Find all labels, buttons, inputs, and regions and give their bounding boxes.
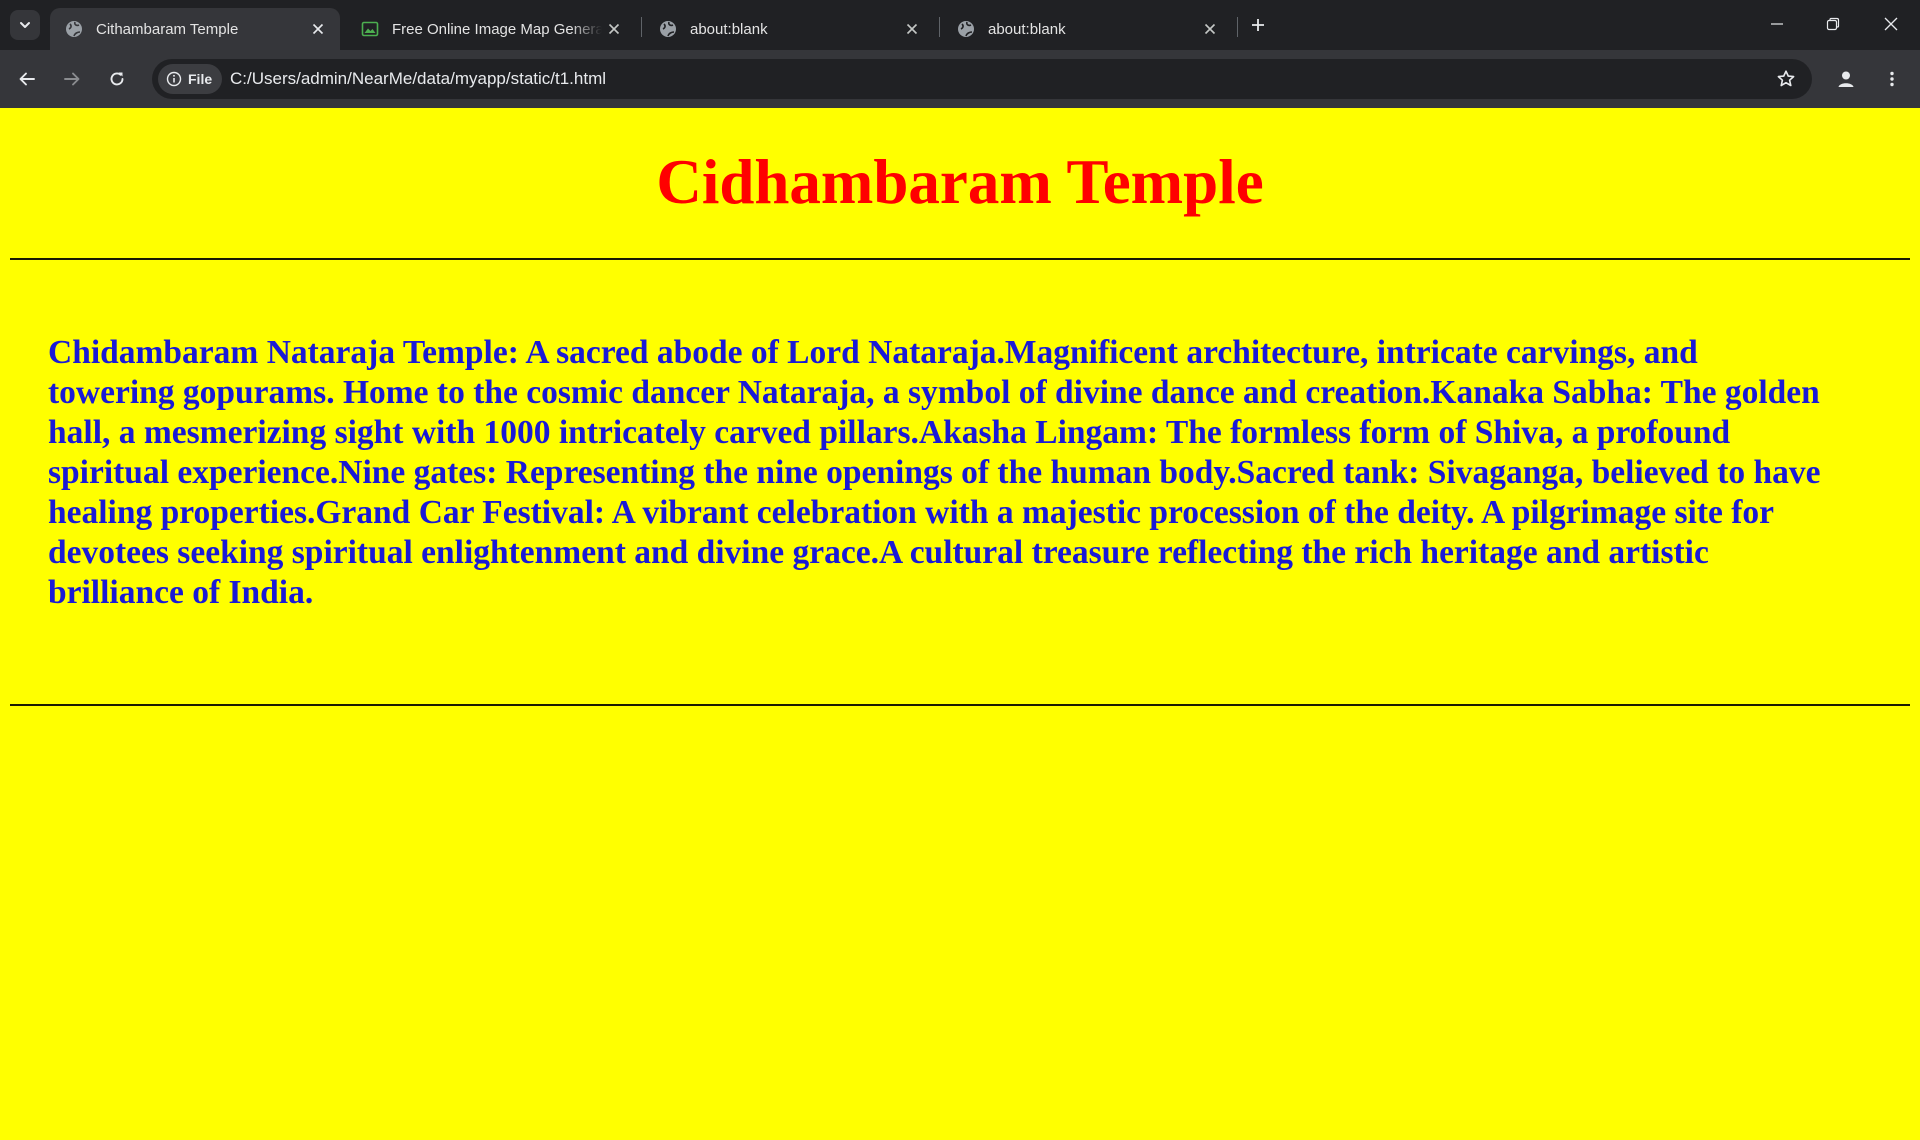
bottom-divider xyxy=(10,704,1910,706)
star-icon xyxy=(1777,70,1795,87)
tab-separator xyxy=(1237,17,1238,37)
tab-image-map-generator[interactable]: Free Online Image Map Generator xyxy=(346,8,636,50)
globe-icon xyxy=(64,19,84,39)
page-content: Cidhambaram Temple Chidambaram Nataraja … xyxy=(0,108,1920,1140)
tab-title: about:blank xyxy=(988,20,1066,38)
profile-icon xyxy=(1838,71,1854,87)
chevron-down-icon xyxy=(20,22,30,28)
tab-strip: Cithambaram Temple Free Online Image Map… xyxy=(0,0,1920,50)
reload-icon xyxy=(110,72,124,86)
close-window-button[interactable] xyxy=(1862,0,1920,48)
tab-about-blank[interactable]: about:blank xyxy=(644,8,934,50)
tab-title: Cithambaram Temple xyxy=(96,20,239,38)
arrow-right-icon xyxy=(64,72,80,86)
forward-button[interactable] xyxy=(56,63,88,95)
restore-icon xyxy=(1826,17,1840,31)
new-tab-button[interactable] xyxy=(1244,11,1272,39)
bookmark-button[interactable] xyxy=(1772,65,1800,93)
more-vert-icon xyxy=(1890,71,1894,87)
tab-cithambaram-temple[interactable]: Cithambaram Temple xyxy=(50,8,340,50)
chip-label: File xyxy=(188,71,213,87)
site-info-chip[interactable]: File xyxy=(158,64,223,94)
minimize-icon xyxy=(1771,23,1783,25)
profile-button[interactable] xyxy=(1830,63,1862,95)
close-tab-icon[interactable] xyxy=(900,17,924,41)
close-icon xyxy=(1884,17,1898,31)
close-tab-icon[interactable] xyxy=(1198,17,1222,41)
temple-description: Chidambaram Nataraja Temple: A sacred ab… xyxy=(48,334,1821,611)
menu-button[interactable] xyxy=(1876,63,1908,95)
browser-toolbar: File C:/Users/admin/NearMe/data/myapp/st… xyxy=(0,50,1920,108)
arrow-left-icon xyxy=(19,72,35,86)
top-divider xyxy=(10,258,1910,260)
plus-icon xyxy=(1252,19,1264,31)
url-text[interactable]: C:/Users/admin/NearMe/data/myapp/static/… xyxy=(230,59,606,99)
tab-separator xyxy=(939,17,940,37)
tab-about-blank-2[interactable]: about:blank xyxy=(942,8,1232,50)
address-bar[interactable]: File C:/Users/admin/NearMe/data/myapp/st… xyxy=(152,59,1812,99)
minimize-button[interactable] xyxy=(1748,0,1806,48)
globe-icon xyxy=(658,19,678,39)
back-button[interactable] xyxy=(11,63,43,95)
reload-button[interactable] xyxy=(101,63,133,95)
tab-separator xyxy=(641,17,642,37)
close-tab-icon[interactable] xyxy=(306,17,330,41)
info-icon xyxy=(166,71,182,87)
tab-title: Free Online Image Map Generator xyxy=(392,20,602,38)
image-icon xyxy=(360,19,380,39)
page-title: Cidhambaram Temple xyxy=(656,147,1264,217)
globe-icon xyxy=(956,19,976,39)
tab-search-button[interactable] xyxy=(10,10,40,40)
tab-title: about:blank xyxy=(690,20,768,38)
restore-button[interactable] xyxy=(1804,0,1862,48)
close-tab-icon[interactable] xyxy=(602,17,626,41)
